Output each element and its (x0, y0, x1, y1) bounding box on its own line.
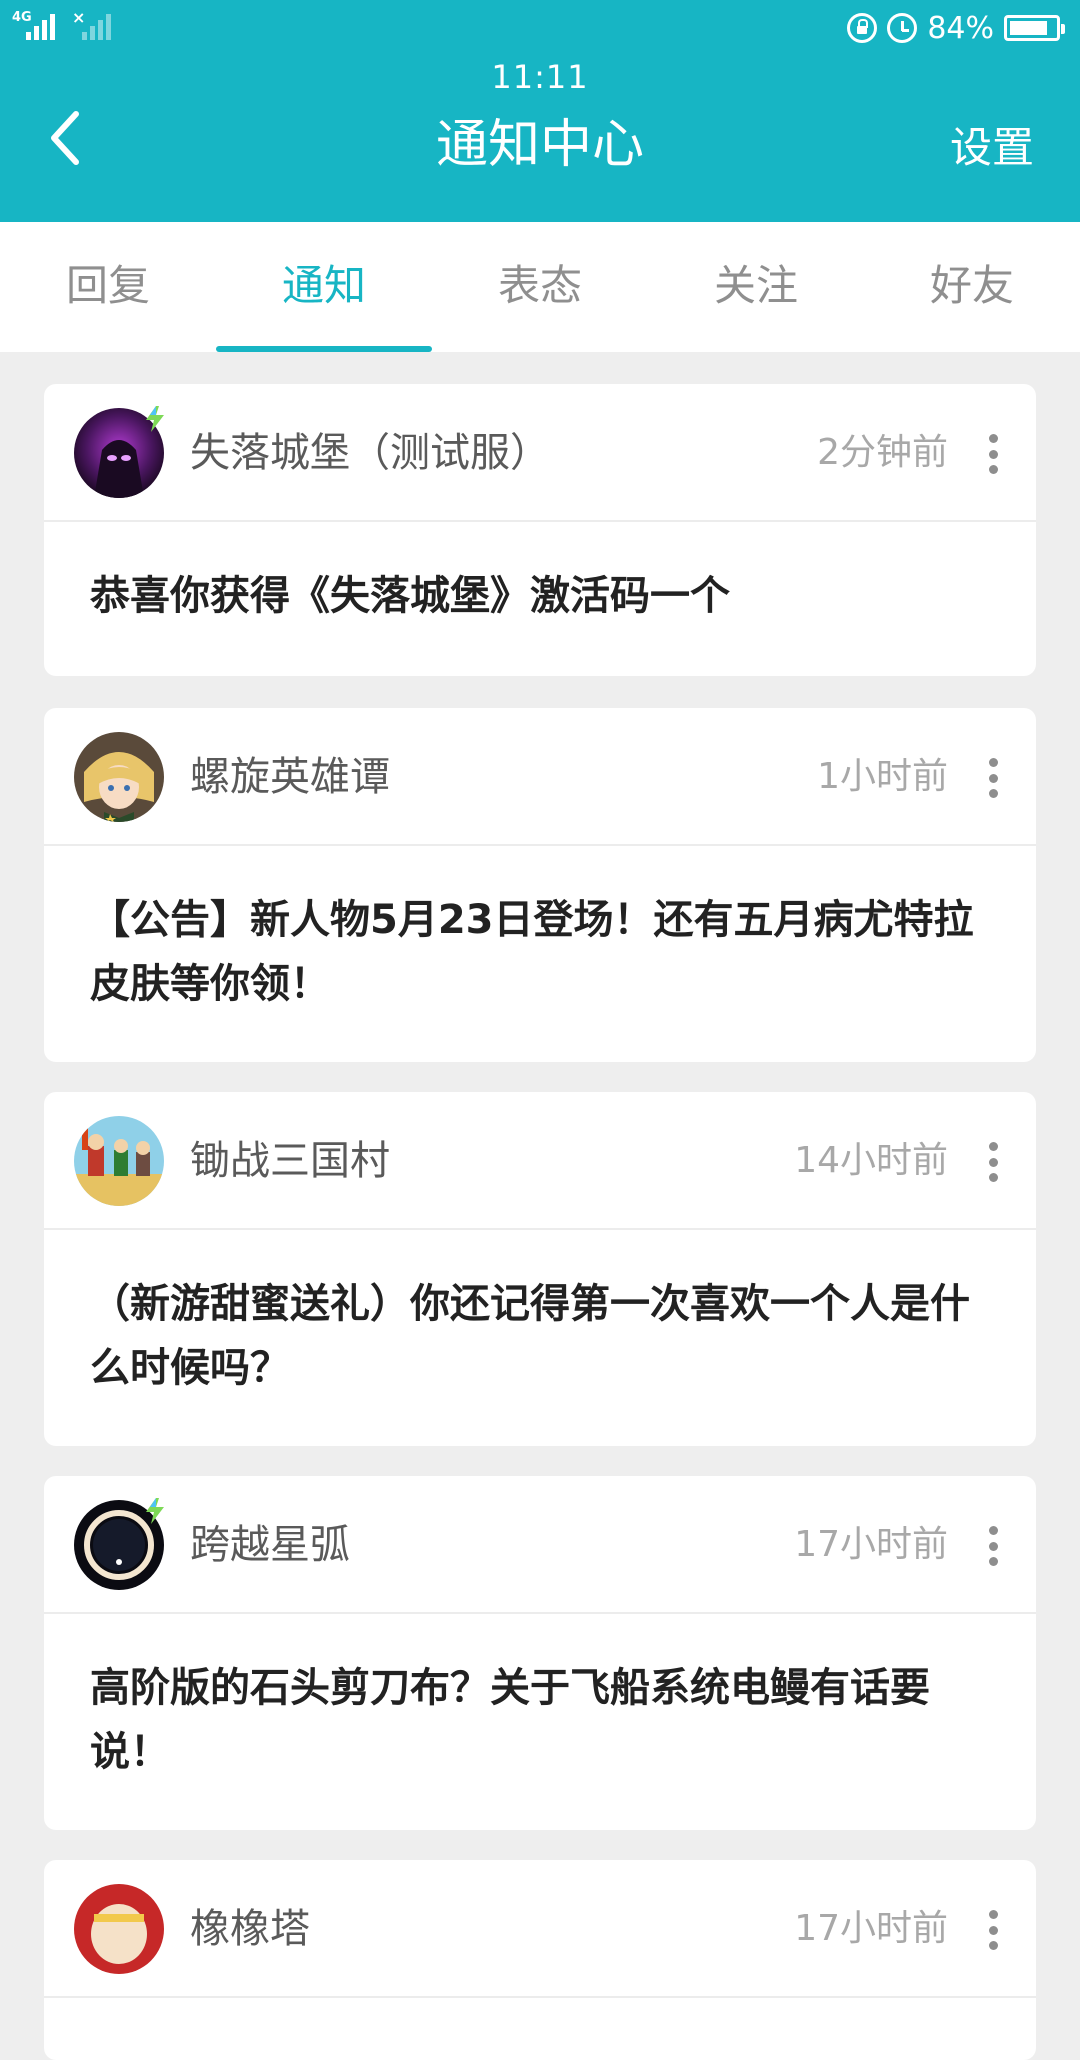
battery-percent: 84% (927, 10, 994, 46)
notification-time: 17小时前 (794, 1524, 948, 1565)
battery-icon (1004, 15, 1065, 41)
notification-time: 2分钟前 (817, 432, 948, 473)
tab-reaction[interactable]: 表态 (432, 222, 648, 352)
page-title: 通知中心 (435, 115, 644, 175)
card-header: 锄战三国村 14小时前 (44, 1092, 1036, 1230)
card-header: 跨越星弧 17小时前 (44, 1476, 1036, 1614)
title-bar: 通知中心 设置 (0, 56, 1080, 222)
notification-message: 高阶版的石头剪刀布？关于飞船系统电鳗有话要说！ (90, 1665, 930, 1775)
sender-name[interactable]: 橡橡塔 (190, 1860, 310, 1998)
tab-label: 关注 (713, 261, 798, 310)
more-options-icon[interactable] (988, 1526, 998, 1566)
three-kingdoms-avatar[interactable] (74, 1116, 164, 1206)
notification-time: 1小时前 (817, 756, 948, 797)
sender-name[interactable]: 螺旋英雄谭 (190, 708, 390, 846)
tab-reply[interactable]: 回复 (0, 222, 216, 352)
tab-label: 通知 (281, 261, 366, 310)
lightning-badge-icon (146, 1498, 164, 1524)
anime-girl-avatar[interactable] (74, 732, 164, 822)
card-header: 失落城堡（测试服） 2分钟前 (44, 384, 1036, 522)
notification-card[interactable]: 锄战三国村 14小时前 （新游甜蜜送礼）你还记得第一次喜欢一个人是什么时候吗？ (44, 1092, 1036, 1446)
status-bar: 4G × 11:11 84% (0, 0, 1080, 96)
notification-time: 17小时前 (794, 1908, 948, 1949)
rotation-lock-icon (847, 13, 878, 43)
app-header: 4G × 11:11 84% 通知中心 设置 (0, 0, 1080, 222)
notification-card[interactable]: 失落城堡（测试服） 2分钟前 恭喜你获得《失落城堡》激活码一个 (44, 384, 1036, 676)
sender-name[interactable]: 跨越星弧 (190, 1476, 350, 1614)
notification-card[interactable]: 螺旋英雄谭 1小时前 【公告】新人物5月23日登场！还有五月病尤特拉皮肤等你领！ (44, 708, 1036, 1062)
notification-message: 【公告】新人物5月23日登场！还有五月病尤特拉皮肤等你领！ (90, 897, 974, 1007)
tab-friends[interactable]: 好友 (864, 222, 1080, 352)
tab-follow[interactable]: 关注 (648, 222, 864, 352)
tab-label: 回复 (65, 261, 150, 310)
notification-message: 恭喜你获得《失落城堡》激活码一个 (90, 573, 730, 619)
sender-name[interactable]: 失落城堡（测试服） (190, 384, 550, 522)
notification-card[interactable]: 橡橡塔 17小时前 (44, 1860, 1036, 2060)
tab-label: 好友 (929, 261, 1014, 310)
sender-name[interactable]: 锄战三国村 (190, 1092, 390, 1230)
tab-bar: 回复 通知 表态 关注 好友 (0, 222, 1080, 352)
notification-time: 14小时前 (794, 1140, 948, 1181)
lightning-badge-icon (146, 406, 164, 432)
notification-card[interactable]: 跨越星弧 17小时前 高阶版的石头剪刀布？关于飞船系统电鳗有话要说！ (44, 1476, 1036, 1830)
more-options-icon[interactable] (988, 758, 998, 798)
more-options-icon[interactable] (988, 434, 998, 474)
tab-label: 表态 (497, 261, 582, 310)
tab-notice[interactable]: 通知 (216, 222, 432, 352)
active-tab-indicator (216, 346, 432, 352)
card-header: 橡橡塔 17小时前 (44, 1860, 1036, 1998)
card-header: 螺旋英雄谭 1小时前 (44, 708, 1036, 846)
more-options-icon[interactable] (988, 1910, 998, 1950)
settings-button[interactable]: 设置 (950, 114, 1034, 175)
red-mask-avatar[interactable] (74, 1884, 164, 1974)
status-right: 84% (847, 10, 1065, 46)
alarm-icon (887, 13, 918, 43)
more-options-icon[interactable] (988, 1142, 998, 1182)
notification-message: （新游甜蜜送礼）你还记得第一次喜欢一个人是什么时候吗？ (90, 1281, 970, 1391)
